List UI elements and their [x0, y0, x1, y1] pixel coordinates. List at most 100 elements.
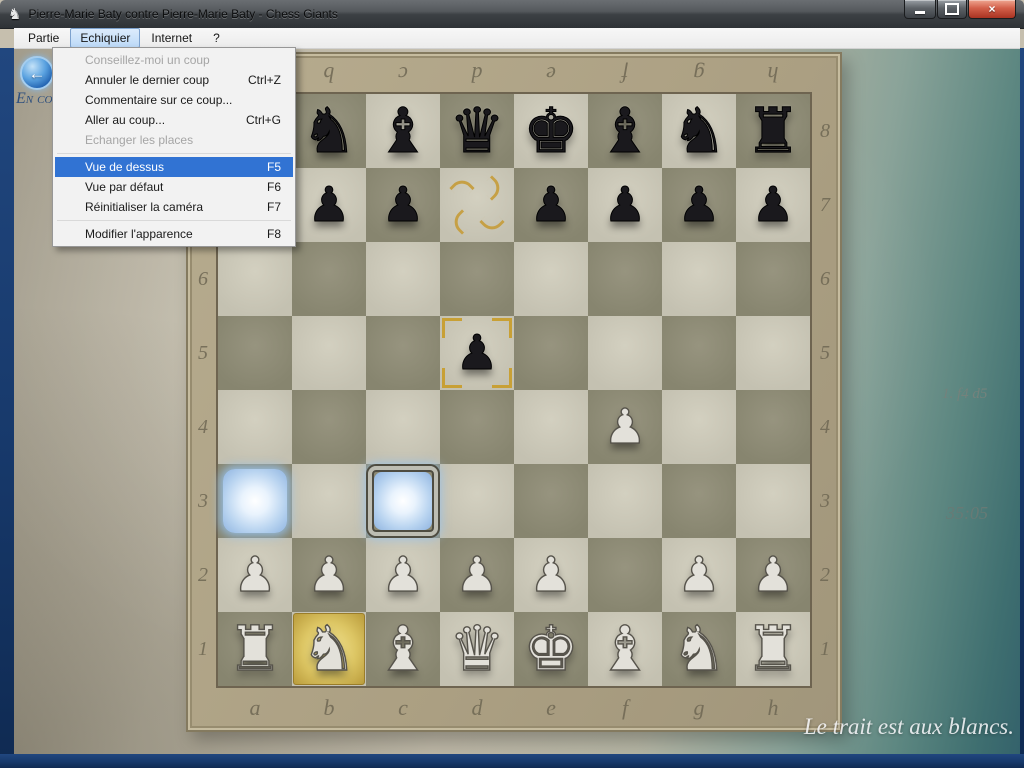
- piece-white-pawn-c2[interactable]: ♟: [366, 538, 440, 612]
- square-g4[interactable]: [662, 390, 736, 464]
- square-e5[interactable]: [514, 316, 588, 390]
- square-c4[interactable]: [366, 390, 440, 464]
- piece-black-pawn-f7[interactable]: ♟: [588, 168, 662, 242]
- square-a5[interactable]: [218, 316, 292, 390]
- square-e6[interactable]: [514, 242, 588, 316]
- square-e2[interactable]: ♟: [514, 538, 588, 612]
- square-g7[interactable]: ♟: [662, 168, 736, 242]
- square-b2[interactable]: ♟: [292, 538, 366, 612]
- square-d4[interactable]: [440, 390, 514, 464]
- piece-black-pawn-c7[interactable]: ♟: [366, 168, 440, 242]
- square-a2[interactable]: ♟: [218, 538, 292, 612]
- menu-item-goto-move[interactable]: Aller au coup...Ctrl+G: [55, 110, 293, 130]
- menu-item-edit-appearance[interactable]: Modifier l'apparenceF8: [55, 224, 293, 244]
- piece-white-pawn-h2[interactable]: ♟: [736, 538, 810, 612]
- square-d8[interactable]: ♛: [440, 94, 514, 168]
- piece-white-bishop-f1[interactable]: ♝: [588, 612, 662, 686]
- square-e8[interactable]: ♚: [514, 94, 588, 168]
- square-h8[interactable]: ♜: [736, 94, 810, 168]
- piece-white-pawn-g2[interactable]: ♟: [662, 538, 736, 612]
- square-d5[interactable]: ♟: [440, 316, 514, 390]
- piece-black-pawn-d5[interactable]: ♟: [440, 316, 514, 390]
- piece-white-rook-a1[interactable]: ♜: [218, 612, 292, 686]
- square-d3[interactable]: [440, 464, 514, 538]
- piece-white-pawn-a2[interactable]: ♟: [218, 538, 292, 612]
- square-c3[interactable]: [366, 464, 440, 538]
- piece-white-knight-b1[interactable]: ♞: [292, 612, 366, 686]
- square-d6[interactable]: [440, 242, 514, 316]
- square-c6[interactable]: [366, 242, 440, 316]
- piece-white-pawn-f4[interactable]: ♟: [588, 390, 662, 464]
- square-h4[interactable]: [736, 390, 810, 464]
- square-e3[interactable]: [514, 464, 588, 538]
- square-h2[interactable]: ♟: [736, 538, 810, 612]
- piece-white-pawn-d2[interactable]: ♟: [440, 538, 514, 612]
- square-e1[interactable]: ♚: [514, 612, 588, 686]
- square-a4[interactable]: [218, 390, 292, 464]
- square-a1[interactable]: ♜: [218, 612, 292, 686]
- square-e7[interactable]: ♟: [514, 168, 588, 242]
- square-f1[interactable]: ♝: [588, 612, 662, 686]
- square-b5[interactable]: [292, 316, 366, 390]
- square-b7[interactable]: ♟: [292, 168, 366, 242]
- minimize-button[interactable]: [904, 0, 936, 19]
- square-e4[interactable]: [514, 390, 588, 464]
- menu-item-comment-move[interactable]: Commentaire sur ce coup...: [55, 90, 293, 110]
- square-f4[interactable]: ♟: [588, 390, 662, 464]
- square-h5[interactable]: [736, 316, 810, 390]
- square-f6[interactable]: [588, 242, 662, 316]
- square-h3[interactable]: [736, 464, 810, 538]
- menubar-item-internet[interactable]: Internet: [141, 28, 202, 48]
- square-b8[interactable]: ♞: [292, 94, 366, 168]
- square-f7[interactable]: ♟: [588, 168, 662, 242]
- piece-black-knight-g8[interactable]: ♞: [662, 94, 736, 168]
- square-g3[interactable]: [662, 464, 736, 538]
- piece-black-rook-h8[interactable]: ♜: [736, 94, 810, 168]
- square-g2[interactable]: ♟: [662, 538, 736, 612]
- square-h1[interactable]: ♜: [736, 612, 810, 686]
- piece-black-bishop-c8[interactable]: ♝: [366, 94, 440, 168]
- piece-black-pawn-b7[interactable]: ♟: [292, 168, 366, 242]
- square-b1[interactable]: ♞: [292, 612, 366, 686]
- close-button[interactable]: ×: [968, 0, 1016, 19]
- square-g8[interactable]: ♞: [662, 94, 736, 168]
- square-f3[interactable]: [588, 464, 662, 538]
- piece-white-rook-h1[interactable]: ♜: [736, 612, 810, 686]
- piece-black-queen-d8[interactable]: ♛: [440, 94, 514, 168]
- square-h6[interactable]: [736, 242, 810, 316]
- piece-black-pawn-h7[interactable]: ♟: [736, 168, 810, 242]
- square-g5[interactable]: [662, 316, 736, 390]
- menubar-item-help[interactable]: ?: [203, 28, 230, 48]
- piece-white-pawn-e2[interactable]: ♟: [514, 538, 588, 612]
- square-c2[interactable]: ♟: [366, 538, 440, 612]
- menu-item-reset-camera[interactable]: Réinitialiser la caméraF7: [55, 197, 293, 217]
- square-c1[interactable]: ♝: [366, 612, 440, 686]
- piece-white-pawn-b2[interactable]: ♟: [292, 538, 366, 612]
- menu-item-view-top[interactable]: Vue de dessusF5: [55, 157, 293, 177]
- piece-white-knight-g1[interactable]: ♞: [662, 612, 736, 686]
- menu-item-undo-last-move[interactable]: Annuler le dernier coupCtrl+Z: [55, 70, 293, 90]
- square-c7[interactable]: ♟: [366, 168, 440, 242]
- square-b6[interactable]: [292, 242, 366, 316]
- square-f8[interactable]: ♝: [588, 94, 662, 168]
- piece-black-knight-b8[interactable]: ♞: [292, 94, 366, 168]
- piece-black-pawn-g7[interactable]: ♟: [662, 168, 736, 242]
- square-g6[interactable]: [662, 242, 736, 316]
- square-d2[interactable]: ♟: [440, 538, 514, 612]
- square-g1[interactable]: ♞: [662, 612, 736, 686]
- square-c8[interactable]: ♝: [366, 94, 440, 168]
- piece-white-king-e1[interactable]: ♚: [514, 612, 588, 686]
- piece-white-queen-d1[interactable]: ♛: [440, 612, 514, 686]
- square-f5[interactable]: [588, 316, 662, 390]
- square-a3[interactable]: [218, 464, 292, 538]
- piece-black-king-e8[interactable]: ♚: [514, 94, 588, 168]
- square-d7[interactable]: [440, 168, 514, 242]
- maximize-button[interactable]: [937, 0, 967, 19]
- square-c5[interactable]: [366, 316, 440, 390]
- square-a6[interactable]: [218, 242, 292, 316]
- square-b3[interactable]: [292, 464, 366, 538]
- square-f2[interactable]: [588, 538, 662, 612]
- menubar-item-partie[interactable]: Partie: [18, 28, 69, 48]
- menu-item-view-default[interactable]: Vue par défautF6: [55, 177, 293, 197]
- square-h7[interactable]: ♟: [736, 168, 810, 242]
